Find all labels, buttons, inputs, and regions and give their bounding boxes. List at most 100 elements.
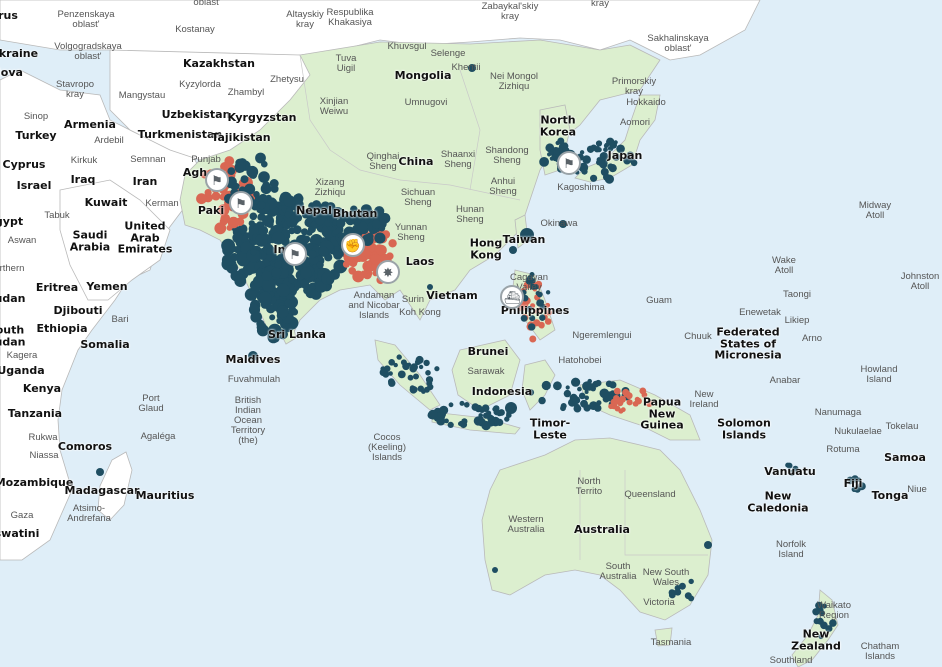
- event-dot: [375, 234, 385, 243]
- event-dot: [326, 202, 336, 212]
- event-dot: [577, 386, 582, 392]
- event-dot: [586, 145, 595, 153]
- event-cluster-marker[interactable]: ⚑: [229, 191, 253, 215]
- event-dot: [335, 207, 344, 216]
- event-dot: [520, 228, 534, 242]
- event-cluster-marker[interactable]: ⚑: [205, 168, 229, 192]
- event-dot: [471, 403, 480, 411]
- event-dot: [569, 393, 578, 402]
- event-dot: [371, 219, 381, 229]
- event-dot: [284, 299, 292, 307]
- event-dot: [214, 222, 227, 235]
- event-dot: [269, 314, 276, 321]
- event-dot: [96, 468, 104, 476]
- event-dot: [610, 165, 617, 172]
- event-dot: [232, 232, 243, 243]
- event-dot: [792, 465, 799, 472]
- event-dot: [818, 634, 824, 640]
- event-dot: [539, 323, 545, 329]
- event-dot: [813, 618, 820, 625]
- event-dot: [481, 420, 491, 431]
- event-dot: [688, 578, 694, 585]
- event-dot: [248, 351, 258, 361]
- event-dot: [496, 418, 504, 426]
- event-dot: [688, 595, 695, 602]
- event-dot: [211, 191, 221, 201]
- event-dot: [603, 147, 608, 153]
- event-dot: [618, 408, 624, 414]
- event-dot: [230, 253, 239, 262]
- event-dot: [447, 421, 454, 428]
- event-dot: [246, 165, 259, 178]
- event-dot: [541, 380, 551, 391]
- event-dot: [250, 249, 257, 256]
- event-dot: [528, 323, 536, 331]
- event-dot: [464, 402, 470, 408]
- event-dot: [283, 195, 296, 207]
- event-dot: [249, 303, 259, 313]
- event-dot: [393, 362, 398, 368]
- event-dot: [262, 181, 271, 190]
- event-dot: [505, 402, 517, 414]
- event-dot: [846, 476, 854, 485]
- event-dot: [815, 601, 823, 610]
- event-dot: [607, 145, 614, 152]
- event-dot: [559, 220, 567, 228]
- event-dot: [458, 421, 463, 427]
- event-dot: [255, 234, 268, 247]
- event-dot: [616, 144, 625, 154]
- event-dot: [434, 366, 440, 372]
- event-dot: [548, 150, 554, 156]
- event-dot: [347, 213, 355, 221]
- event-dot: [857, 482, 866, 491]
- event-dot: [397, 370, 406, 379]
- event-dot: [704, 541, 712, 549]
- event-dot: [599, 388, 610, 399]
- event-dot: [520, 314, 528, 322]
- event-dot: [609, 381, 617, 389]
- event-dot: [277, 329, 288, 340]
- event-dot: [301, 228, 309, 236]
- event-dot: [539, 157, 549, 167]
- event-dot: [258, 225, 269, 236]
- event-dot: [448, 402, 454, 408]
- event-dot: [526, 306, 533, 313]
- event-dot: [413, 373, 419, 380]
- event-dot: [221, 238, 236, 253]
- event-dot: [288, 276, 295, 284]
- event-dot: [608, 403, 614, 410]
- event-dot: [396, 354, 402, 360]
- event-cluster-marker[interactable]: ⚑: [283, 242, 307, 266]
- event-dot: [271, 231, 285, 245]
- event-dot: [509, 246, 517, 254]
- event-dot: [545, 302, 551, 308]
- event-dot: [529, 315, 536, 322]
- event-dot: [603, 173, 611, 181]
- event-dot: [256, 322, 267, 333]
- event-dot: [409, 385, 415, 391]
- event-cluster-marker[interactable]: ✊: [341, 233, 365, 257]
- event-dot: [856, 477, 862, 482]
- event-cluster-marker[interactable]: ✸: [376, 260, 400, 284]
- event-cluster-marker[interactable]: ⚑: [557, 151, 581, 175]
- event-dot: [335, 251, 342, 258]
- event-dot: [595, 140, 603, 147]
- event-dot: [248, 220, 255, 227]
- event-dot: [634, 402, 639, 407]
- event-cluster-marker[interactable]: ⛴: [500, 285, 524, 309]
- event-dot: [255, 152, 266, 164]
- event-dot: [269, 179, 279, 188]
- event-dot: [583, 404, 591, 412]
- event-dot: [439, 405, 449, 415]
- event-dot: [362, 249, 371, 258]
- event-dot: [492, 567, 498, 573]
- event-dot: [786, 462, 793, 469]
- event-dot: [316, 261, 324, 269]
- map-canvas[interactable]: [0, 0, 942, 667]
- event-dot: [527, 389, 535, 396]
- event-dot: [626, 399, 633, 406]
- event-dot: [851, 486, 857, 492]
- event-dot: [478, 416, 484, 422]
- event-dot: [640, 389, 646, 395]
- event-dot: [549, 156, 555, 161]
